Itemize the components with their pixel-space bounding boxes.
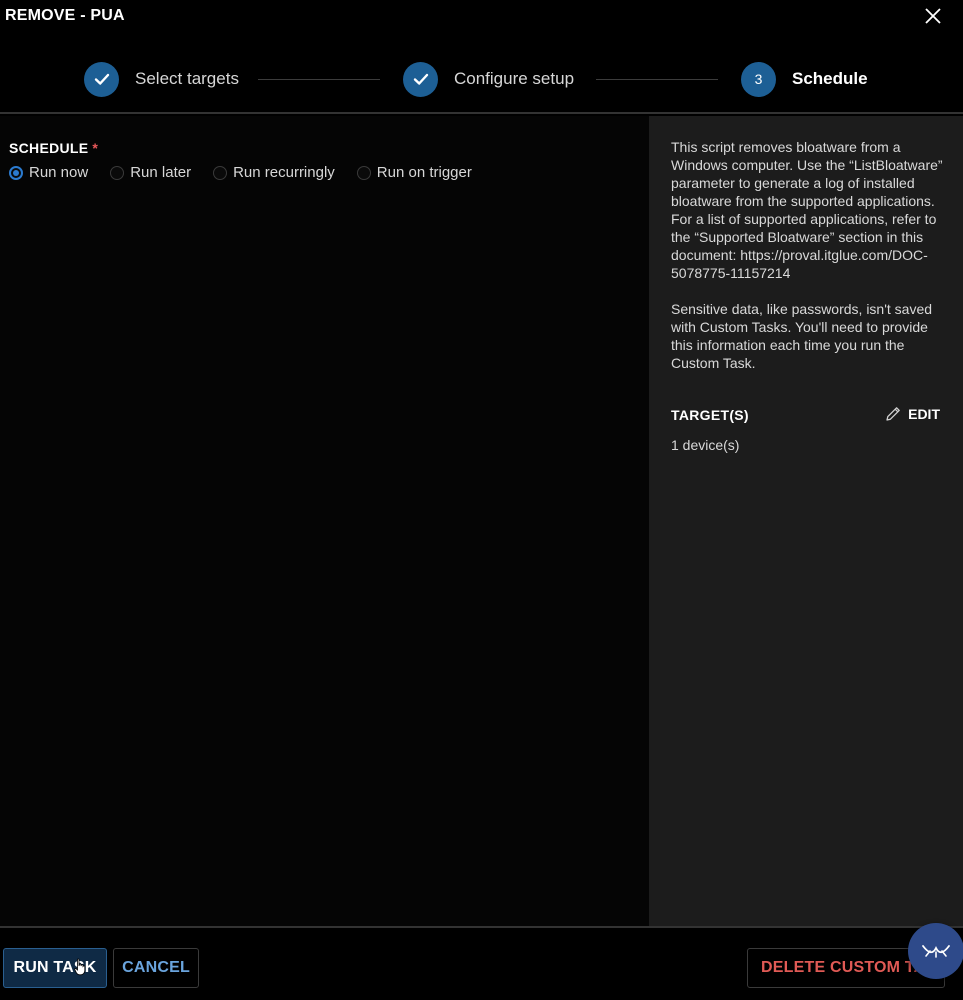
check-icon <box>94 73 109 85</box>
assistant-logo-icon <box>922 945 950 958</box>
radio-label: Run now <box>29 164 89 181</box>
step-complete-marker <box>403 61 438 97</box>
description-text: This script removes bloatware from a Win… <box>671 139 943 281</box>
dialog-title: REMOVE - PUA <box>5 7 125 24</box>
radio-label: Run later <box>130 164 192 181</box>
radio-label: Run on trigger <box>376 164 472 181</box>
sensitive-data-note: Sensitive data, like passwords, isn't sa… <box>671 301 933 371</box>
step-label: Select targets <box>135 69 239 88</box>
schedule-label-text: SCHEDULE <box>9 140 89 156</box>
radio-indicator[interactable] <box>356 165 371 180</box>
step-label: Configure setup <box>454 69 575 88</box>
step-complete-marker <box>84 61 119 97</box>
schedule-section: SCHEDULE * Run now Run later Run recurrin… <box>0 116 649 926</box>
radio-label: Run recurringly <box>233 164 335 181</box>
schedule-label: SCHEDULE * <box>9 140 98 156</box>
edit-label: EDIT <box>908 406 940 422</box>
radio-run-recurringly[interactable]: Run recurringly <box>213 164 335 181</box>
help-assistant-button[interactable] <box>908 923 963 979</box>
radio-indicator-checked[interactable] <box>9 165 23 180</box>
cancel-button[interactable]: CANCEL <box>113 948 199 988</box>
step-configure-setup[interactable]: Configure setup <box>403 60 574 98</box>
radio-indicator[interactable] <box>213 165 228 180</box>
dialog-footer: RUN TASK CANCEL DELETE CUSTOM TASK <box>0 926 963 1000</box>
task-description: This script removes bloatware from a Win… <box>671 138 945 372</box>
step-connector <box>258 79 380 80</box>
radio-run-later[interactable]: Run later <box>110 164 191 181</box>
pencil-icon <box>886 407 900 421</box>
step-number-marker: 3 <box>741 61 776 97</box>
close-button[interactable] <box>921 4 945 28</box>
step-select-targets[interactable]: Select targets <box>84 60 239 98</box>
edit-targets-button[interactable]: EDIT <box>884 405 940 423</box>
run-task-button[interactable]: RUN TASK <box>3 948 107 988</box>
close-icon <box>925 8 941 24</box>
step-connector <box>596 79 718 80</box>
schedule-radio-group: Run now Run later Run recurringly Run on… <box>9 164 494 181</box>
targets-heading: TARGET(S) <box>671 407 749 423</box>
check-icon <box>413 73 428 85</box>
stepper: Select targets Configure setup 3 Schedul… <box>0 60 963 98</box>
dialog-header: REMOVE - PUA Select targets Configure se… <box>0 0 963 114</box>
radio-run-now[interactable]: Run now <box>9 164 88 181</box>
hand-cursor-icon <box>74 958 86 976</box>
radio-run-on-trigger[interactable]: Run on trigger <box>356 164 472 181</box>
required-mark: * <box>92 140 99 156</box>
step-label: Schedule <box>792 69 868 88</box>
radio-indicator[interactable] <box>110 165 125 180</box>
device-count: 1 device(s) <box>671 437 740 453</box>
task-info-panel: This script removes bloatware from a Win… <box>649 116 963 926</box>
step-schedule[interactable]: 3 Schedule <box>741 60 868 98</box>
